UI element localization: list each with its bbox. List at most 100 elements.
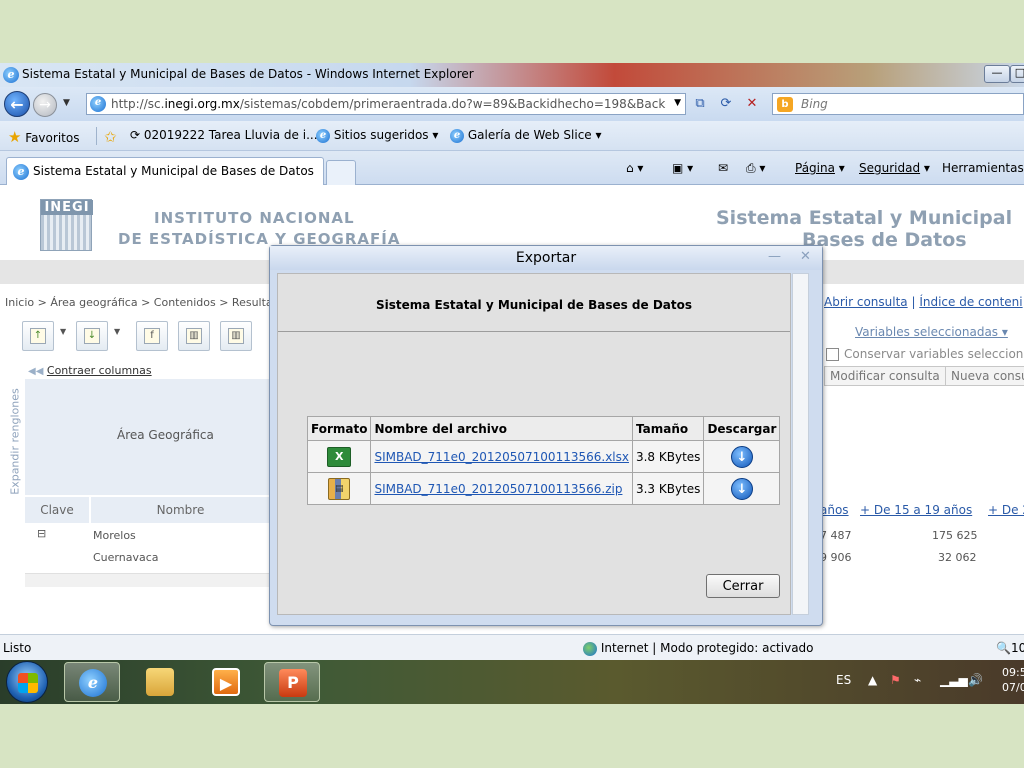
show-hidden-icons[interactable]: ▲ [868, 673, 877, 687]
stop-icon[interactable]: ✕ [742, 95, 762, 113]
index-link[interactable]: Índice de conteni [919, 295, 1022, 309]
excel-icon: X [327, 446, 352, 467]
up-arrow-icon: ↑ [30, 328, 46, 344]
home-icon[interactable]: ⌂ ▾ [626, 161, 643, 175]
clock[interactable]: 09:5 07/0 [1002, 665, 1024, 695]
keep-variables-checkbox[interactable]: Conservar variables selecciona [826, 347, 1024, 361]
inegi-logo: INEGI [40, 199, 93, 251]
dropdown-icon[interactable]: ▼ [60, 327, 66, 336]
bing-icon: b [777, 97, 793, 112]
power-icon[interactable]: ⌁ [914, 673, 921, 687]
tools-menu[interactable]: Herramientas ▾ [942, 161, 1024, 175]
security-menu[interactable]: Seguridad ▾ [859, 161, 930, 175]
zoom-level[interactable]: 🔍10 [996, 641, 1024, 655]
column-header-20[interactable]: + De 2 [988, 503, 1024, 517]
file-size: 3.3 KBytes [631, 472, 705, 505]
favorite-link-sitios[interactable]: e Sitios sugeridos ▾ [316, 128, 438, 143]
file-link-zip[interactable]: SIMBAD_711e0_20120507100113566.zip [374, 482, 622, 496]
function-button[interactable]: f [136, 321, 168, 351]
address-bar[interactable]: e http://sc.inegi.org.mx/sistemas/cobdem… [86, 93, 686, 115]
language-indicator[interactable]: ES [836, 673, 851, 687]
ie-small-icon: e [316, 128, 330, 143]
add-favorite-icon[interactable]: ✩ [104, 128, 117, 146]
windows-logo-icon [18, 673, 38, 693]
refresh-icon[interactable]: ⟳ [716, 95, 736, 113]
address-url[interactable]: http://sc.inegi.org.mx/sistemas/cobdem/p… [111, 97, 666, 111]
open-query-link[interactable]: Abrir consulta [824, 295, 908, 309]
divider [96, 127, 97, 145]
favorite-link-galeria[interactable]: e Galería de Web Slice ▾ [450, 128, 602, 143]
logo-text: INEGI [41, 200, 93, 215]
download-icon[interactable]: ↓ [730, 477, 753, 500]
taskbar-explorer-button[interactable] [132, 662, 188, 702]
star-icon: ★ [8, 128, 22, 146]
security-zone[interactable]: Internet | Modo protegido: activado [583, 641, 814, 656]
dialog-close-icon[interactable]: ✕ [800, 249, 811, 264]
dialog-scrollbar[interactable] [792, 273, 809, 615]
forward-button[interactable]: → [33, 93, 57, 117]
search-placeholder[interactable]: Bing [801, 97, 828, 111]
file-link-xlsx[interactable]: SIMBAD_711e0_20120507100113566.xlsx [374, 450, 629, 464]
history-dropdown-icon[interactable]: ▼ [63, 98, 70, 108]
horizontal-scrollbar[interactable] [25, 573, 270, 587]
row-name-cuernavaca: Cuernavaca [93, 551, 159, 564]
move-down-button[interactable]: ↓ [76, 321, 108, 351]
start-button[interactable] [6, 661, 48, 703]
back-button[interactable]: ← [4, 91, 30, 117]
page-menu[interactable]: Página ▾ [795, 161, 845, 175]
column-nombre-archivo: Nombre del archivo [370, 416, 633, 441]
feeds-icon[interactable]: ▣ ▾ [672, 161, 693, 175]
new-query-button[interactable]: Nueva consu [945, 366, 1024, 386]
table-row: ▤ SIMBAD_711e0_20120507100113566.zip 3.3… [306, 472, 781, 505]
tab-active[interactable]: e Sistema Estatal y Municipal de Bases d… [6, 157, 324, 185]
dialog-minimize-icon[interactable]: — [768, 249, 781, 264]
close-button[interactable]: Cerrar [706, 574, 780, 598]
favorites-button[interactable]: ★ Favoritos [8, 128, 79, 146]
table-icon: ▥ [186, 328, 202, 344]
taskbar-media-button[interactable]: ▶ [198, 662, 254, 702]
favorites-bar: ★ Favoritos ✩ ⟳ 02019222 Tarea Lluvia de… [0, 121, 1024, 151]
taskbar-powerpoint-button[interactable]: P [264, 662, 320, 702]
mail-icon[interactable]: ✉ [718, 161, 728, 175]
print-icon[interactable]: ⎙ ▾ [746, 161, 765, 176]
media-player-icon: ▶ [212, 668, 240, 696]
modify-query-button[interactable]: Modificar consulta [824, 366, 946, 386]
row-value: 175 625 [932, 529, 978, 542]
move-up-button[interactable]: ↑ [22, 321, 54, 351]
column-tamano: Tamaño [631, 416, 705, 441]
column-header-nombre[interactable]: Nombre [91, 497, 270, 523]
taskbar-ie-button[interactable]: e [64, 662, 120, 702]
row-toggle-icon[interactable]: ⊟ [37, 527, 46, 540]
minimize-button[interactable]: — [984, 65, 1010, 83]
column-header-15-19[interactable]: + De 15 a 19 años [860, 503, 972, 517]
row-value: 7 487 [820, 529, 852, 542]
collapse-arrows-icon: ◀◀ [28, 366, 44, 377]
address-dropdown-icon[interactable]: ▼ [674, 98, 681, 108]
tab-label: Sistema Estatal y Municipal de Bases de … [33, 164, 314, 178]
ie-logo-icon: e [3, 67, 19, 83]
volume-icon[interactable]: 🔊 [968, 673, 983, 687]
action-center-icon[interactable]: ⚑ [890, 673, 901, 687]
status-text: Listo [3, 641, 32, 655]
collapse-columns-link[interactable]: ◀◀ Contraer columnas [28, 364, 152, 377]
favorite-link-tarea[interactable]: ⟳ 02019222 Tarea Lluvia de i... [130, 128, 318, 142]
search-box[interactable]: b Bing [772, 93, 1024, 115]
network-icon[interactable]: ▁▃▅ [940, 673, 968, 687]
download-icon[interactable]: ↓ [730, 445, 753, 468]
maximize-button[interactable]: □ [1010, 65, 1024, 83]
divider [278, 331, 790, 332]
table-view-button[interactable]: ▥ [178, 321, 210, 351]
selected-variables-dropdown[interactable]: Variables seleccionadas ▾ [855, 325, 1008, 339]
column-header-anos[interactable]: años [820, 497, 849, 523]
new-tab-button[interactable] [326, 160, 356, 185]
system-title-line2: Bases de Datos [802, 229, 967, 251]
checkbox-icon[interactable] [826, 348, 839, 361]
columns-view-button[interactable]: ▥ [220, 321, 252, 351]
breadcrumb[interactable]: Inicio > Área geográfica > Contenidos > … [5, 296, 292, 309]
column-header-clave[interactable]: Clave [25, 497, 89, 523]
column-anos-link[interactable]: años [820, 503, 849, 517]
compatibility-view-icon[interactable]: ⧉ [690, 95, 710, 113]
file-size: 3.8 KBytes [631, 440, 705, 473]
tab-favicon: e [13, 164, 29, 180]
dropdown-icon[interactable]: ▼ [114, 327, 120, 336]
